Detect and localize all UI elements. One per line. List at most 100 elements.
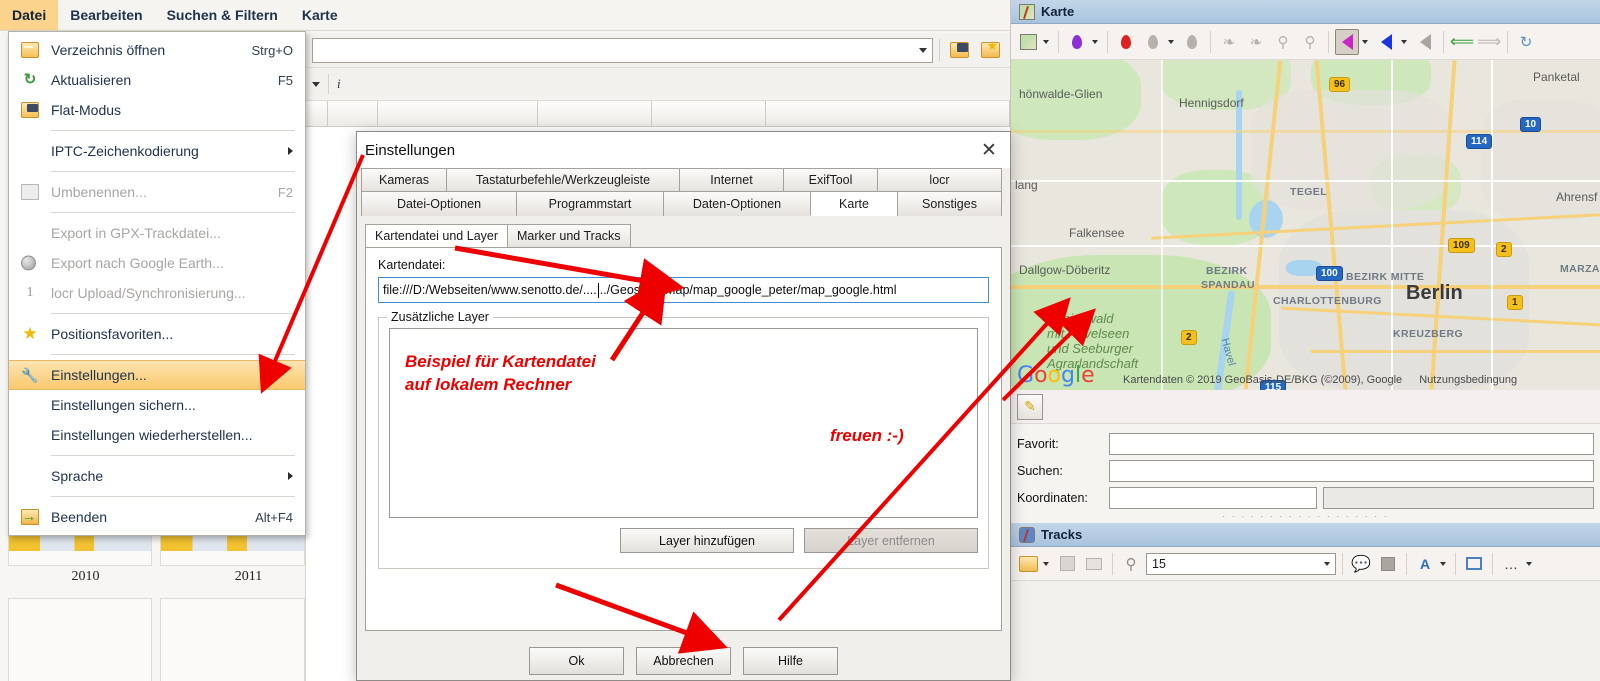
chevron-down-icon[interactable] [312, 81, 320, 87]
inner-tab-marker-und-tracks[interactable]: Marker und Tracks [507, 224, 631, 247]
red-marker-button[interactable] [1114, 29, 1138, 55]
image-table-header [306, 101, 1010, 127]
menu-item-iptc-zeichenkodierung[interactable]: IPTC-Zeichenkodierung [9, 136, 305, 166]
grey-triangle-button[interactable] [1413, 29, 1437, 55]
table-column-header[interactable] [538, 101, 652, 126]
tab-datei-optionen[interactable]: Datei-Optionen [361, 191, 517, 216]
comment-button[interactable]: 💬 [1349, 551, 1373, 577]
ok-button[interactable]: Ok [529, 647, 624, 675]
chevron-down-icon[interactable] [1168, 39, 1174, 44]
map-road-shield: 1 [1507, 295, 1523, 310]
back-button[interactable]: ⟸ [1450, 29, 1474, 55]
wrench-icon: 🔧 [21, 367, 39, 383]
flat-mode-button[interactable] [946, 38, 972, 63]
map-road-shield: 109 [1448, 238, 1475, 253]
layer-list[interactable]: Beispiel für Kartendatei auf lokalem Rec… [389, 328, 978, 518]
prev-image-blue-button[interactable] [1374, 29, 1398, 55]
tab-locr[interactable]: locr [877, 168, 1002, 191]
map-source-button[interactable] [1016, 29, 1040, 55]
export-button[interactable]: A [1413, 551, 1437, 577]
tab-exiftool[interactable]: ExifTool [783, 168, 878, 191]
path-combobox[interactable] [312, 37, 933, 63]
tab-daten-optionen[interactable]: Daten-Optionen [663, 191, 811, 216]
menu-item-flat-modus[interactable]: Flat-Modus [9, 95, 305, 125]
add-layer-button[interactable]: Layer hinzufügen [620, 528, 794, 553]
menu-item-verzeichnis-oeffnen[interactable]: Verzeichnis öffnen Strg+O [9, 35, 305, 65]
move-position-button[interactable] [1180, 29, 1204, 55]
help-button[interactable]: Hilfe [743, 647, 838, 675]
annotation-note-line2: auf lokalem Rechner [405, 374, 572, 394]
tab-internet[interactable]: Internet [679, 168, 784, 191]
menu-item-einstellungen[interactable]: 🔧 Einstellungen... [9, 360, 305, 390]
koordinaten-input[interactable] [1109, 486, 1317, 509]
map-view[interactable]: hönwalde-Glien Hennigsdorf lang Falkensee Da… [1011, 60, 1600, 390]
map-terms-link[interactable]: Nutzungsbedingung [1419, 374, 1517, 386]
table-column-header[interactable] [306, 101, 328, 126]
tab-tastaturbefehle[interactable]: Tastaturbefehle/Werkzeugleiste [446, 168, 680, 191]
tab-sonstiges[interactable]: Sonstiges [897, 191, 1002, 216]
stop-button[interactable] [1376, 551, 1400, 577]
tab-karte[interactable]: Karte [810, 191, 898, 216]
tracks2-icon: ❧ [1249, 33, 1263, 51]
favorites-folder-button[interactable] [978, 38, 1004, 63]
edit-position-button[interactable]: ✎ [1017, 393, 1043, 420]
menu-item-beenden[interactable]: Beenden Alt+F4 [9, 502, 305, 532]
prev-image-magenta-button[interactable] [1335, 28, 1359, 55]
menu-item-positionsfavoriten[interactable]: ★ Positionsfavoriten... [9, 319, 305, 349]
chevron-down-icon[interactable] [1043, 561, 1049, 566]
table-column-header[interactable] [378, 101, 538, 126]
splitter-grip[interactable]: · · · · · · · · · · · · · · · · · · [1017, 511, 1594, 521]
refresh-map-button[interactable]: ↻ [1514, 29, 1538, 55]
koordinaten-label: Koordinaten: [1017, 490, 1088, 505]
menu-suchen-filtern[interactable]: Suchen & Filtern [155, 0, 290, 30]
tab-kameras[interactable]: Kameras [361, 168, 447, 191]
chevron-down-icon[interactable] [1362, 39, 1368, 44]
zoom-to-images-button[interactable]: ⚲ [1271, 29, 1295, 55]
annotation-note: Beispiel für Kartendatei auf lokalem Rec… [405, 351, 596, 397]
tab-programmstart[interactable]: Programmstart [516, 191, 664, 216]
table-column-header[interactable] [328, 101, 378, 126]
tracks-sync-button[interactable]: ❧ [1217, 29, 1241, 55]
chevron-down-icon[interactable] [1401, 39, 1407, 44]
assign-position-button[interactable] [1141, 29, 1165, 55]
menu-item-aktualisieren[interactable]: ↻ Aktualisieren F5 [9, 65, 305, 95]
menu-item-einstellungen-wiederherstellen[interactable]: Einstellungen wiederherstellen... [9, 420, 305, 450]
favorit-input[interactable] [1109, 432, 1594, 455]
chevron-down-icon[interactable] [1440, 561, 1446, 566]
more-button[interactable]: … [1499, 551, 1523, 577]
thumbnail-item[interactable] [160, 598, 305, 681]
map-place-label: MARZAH [1560, 263, 1600, 275]
search-tracks-button[interactable]: ⚲ [1119, 551, 1143, 577]
menu-item-export-gpx: Export in GPX-Trackdatei... [9, 218, 305, 248]
menu-item-einstellungen-sichern[interactable]: Einstellungen sichern... [9, 390, 305, 420]
inner-tab-kartendatei-und-layer[interactable]: Kartendatei und Layer [365, 224, 509, 247]
info-icon[interactable]: i [337, 76, 341, 92]
zoom-search-button[interactable]: ⚲ [1298, 29, 1322, 55]
close-icon[interactable]: ✕ [976, 138, 1002, 162]
tracks-sync2-button[interactable]: ❧ [1244, 29, 1268, 55]
menu-datei[interactable]: Datei [0, 0, 59, 30]
kartendatei-input[interactable]: file:///D:/Webseiten/www.senotto.de/....… [378, 277, 989, 303]
forward-button[interactable]: ⟹ [1477, 29, 1501, 55]
add-marker-button[interactable] [1065, 29, 1089, 55]
cancel-button[interactable]: Abbrechen [636, 647, 731, 675]
menu-separator [51, 496, 295, 497]
chevron-down-icon[interactable] [1092, 39, 1098, 44]
suchen-input[interactable] [1109, 459, 1594, 482]
table-column-header[interactable] [652, 101, 766, 126]
map-panel: Karte ❧ ❧ ⚲ ⚲ ⟸ ⟹ ↻ hönwalde-Glien Henni… [1010, 0, 1600, 681]
map-toolbar: ❧ ❧ ⚲ ⚲ ⟸ ⟹ ↻ [1011, 24, 1600, 60]
tracks-zoom-combobox[interactable]: 15 [1146, 552, 1336, 575]
open-tracks-button[interactable] [1016, 551, 1040, 577]
split-view-button[interactable] [1462, 551, 1486, 577]
menu-item-sprache[interactable]: Sprache [9, 461, 305, 491]
table-column-header[interactable] [766, 101, 1010, 126]
map-place-label: Berlin [1406, 282, 1463, 304]
chevron-down-icon[interactable] [1526, 561, 1532, 566]
menu-bearbeiten[interactable]: Bearbeiten [58, 0, 154, 30]
thumbnail-item[interactable] [8, 598, 153, 681]
purple-pin-icon [1072, 34, 1082, 49]
chevron-down-icon[interactable] [1043, 39, 1049, 44]
menu-karte[interactable]: Karte [290, 0, 350, 30]
toolbar-separator [1342, 552, 1343, 575]
